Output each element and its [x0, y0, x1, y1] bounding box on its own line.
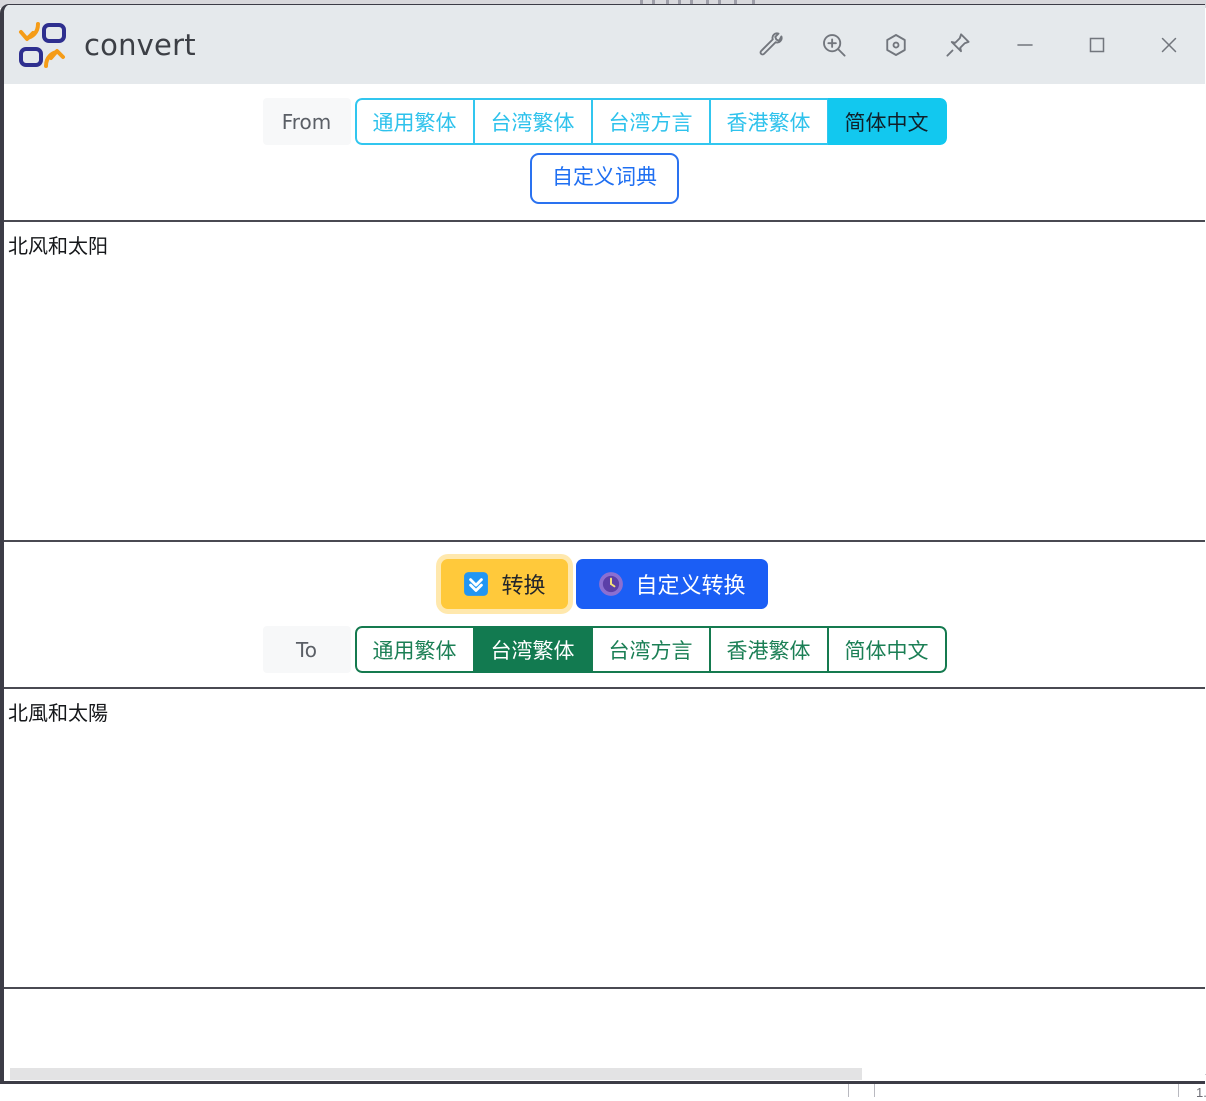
to-option-taiwan-fangyan[interactable]: 台湾方言	[591, 626, 710, 673]
wrench-icon[interactable]	[741, 5, 803, 84]
clock-icon	[598, 571, 624, 597]
to-button-group: 通用繁体 台湾繁体 台湾方言 香港繁体 简体中文	[354, 626, 947, 673]
source-text-input[interactable]: 北风和太阳	[4, 222, 1205, 542]
bottom-blank-area	[4, 989, 1205, 1067]
custom-convert-button-label: 自定义转换	[635, 574, 746, 599]
custom-convert-button[interactable]: 自定义转换	[575, 559, 768, 609]
custom-dict-row: 自定义词典	[4, 153, 1205, 204]
background-divider	[848, 1083, 849, 1097]
from-option-jianti-zhongwen[interactable]: 简体中文	[827, 98, 947, 145]
from-panel: From 通用繁体 台湾繁体 台湾方言 香港繁体 简体中文 自定义词典	[4, 84, 1205, 222]
from-option-taiwan-fanti[interactable]: 台湾繁体	[473, 98, 592, 145]
horizontal-scrollbar[interactable]	[4, 1067, 1205, 1081]
from-option-taiwan-fangyan[interactable]: 台湾方言	[591, 98, 710, 145]
action-button-row: 转换 自定义转换	[4, 559, 1205, 609]
convert-swap-icon	[16, 19, 68, 71]
background-divider	[1178, 1083, 1179, 1097]
to-option-tongyong-fanti[interactable]: 通用繁体	[354, 626, 474, 673]
download-arrow-icon	[463, 571, 489, 597]
from-option-hongkong-fanti[interactable]: 香港繁体	[709, 98, 828, 145]
zoom-in-icon[interactable]	[803, 5, 865, 84]
convert-button[interactable]: 转换	[441, 559, 568, 609]
converted-text-output[interactable]: 北風和太陽	[4, 689, 1205, 989]
title-bar-actions	[741, 5, 1205, 84]
maximize-icon[interactable]	[1061, 5, 1133, 84]
pin-icon[interactable]	[927, 5, 989, 84]
custom-dictionary-button[interactable]: 自定义词典	[530, 153, 679, 204]
convert-app-window: convert From 通用繁体 台湾繁体 台湾方言 香港繁体 简体中文 自定…	[0, 4, 1205, 1084]
background-status-label: 1.05	[1196, 1085, 1206, 1100]
horizontal-scrollbar-thumb[interactable]	[10, 1068, 862, 1080]
convert-button-label: 转换	[501, 574, 546, 599]
from-option-tongyong-fanti[interactable]: 通用繁体	[354, 98, 474, 145]
action-panel: 转换 自定义转换 To 通用繁体 台湾繁体 台湾方言 香港繁体 简体中文	[4, 542, 1205, 689]
from-button-group: 通用繁体 台湾繁体 台湾方言 香港繁体 简体中文	[354, 98, 947, 145]
from-label: From	[262, 98, 351, 145]
to-option-taiwan-fanti[interactable]: 台湾繁体	[473, 626, 592, 673]
to-selector-row: To 通用繁体 台湾繁体 台湾方言 香港繁体 简体中文	[4, 626, 1205, 673]
title-bar: convert	[4, 5, 1205, 84]
to-option-jianti-zhongwen[interactable]: 简体中文	[827, 626, 947, 673]
to-option-hongkong-fanti[interactable]: 香港繁体	[709, 626, 828, 673]
minimize-icon[interactable]	[989, 5, 1061, 84]
to-label: To	[262, 626, 351, 673]
window-title: convert	[84, 27, 196, 62]
background-divider	[874, 1083, 875, 1097]
from-selector-row: From 通用繁体 台湾繁体 台湾方言 香港繁体 简体中文	[4, 98, 1205, 145]
close-icon[interactable]	[1133, 5, 1205, 84]
hex-nut-icon[interactable]	[865, 5, 927, 84]
